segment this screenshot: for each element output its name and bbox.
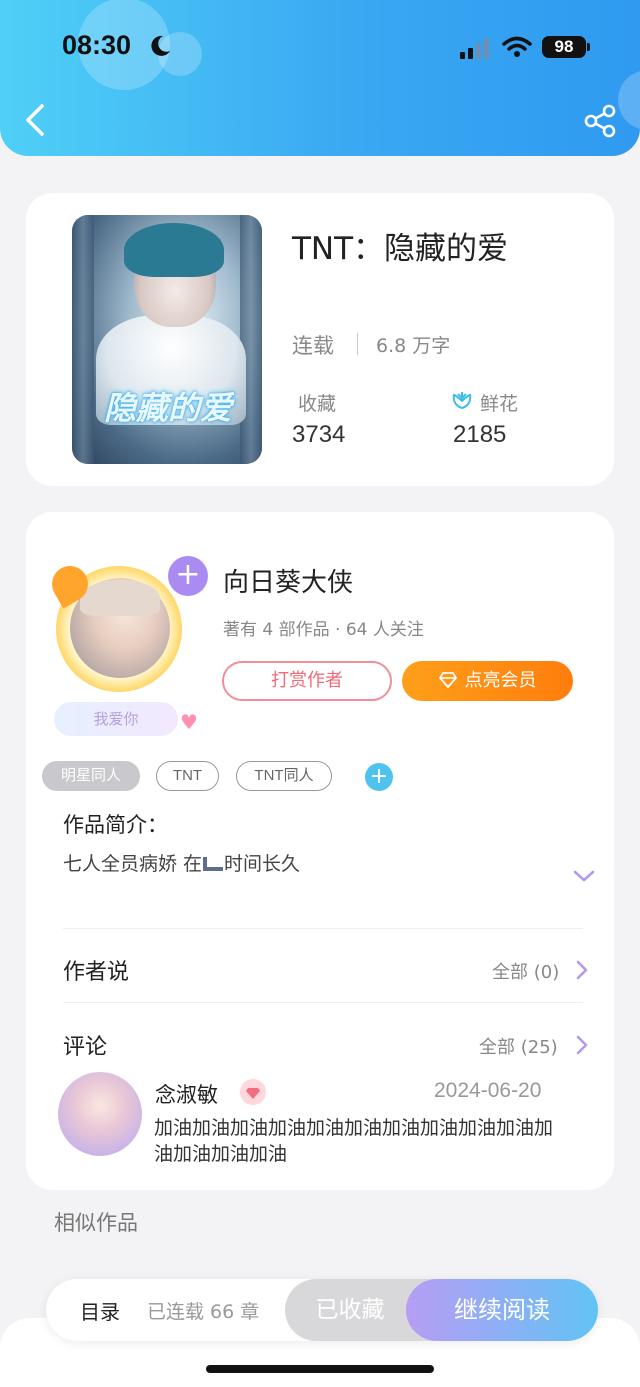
commenter-avatar[interactable] (58, 1072, 142, 1156)
book-title: TNT：隐藏的爱 (292, 231, 509, 267)
author-says-all-link[interactable]: 全部 (0) (492, 958, 559, 984)
avatar-hair (80, 580, 160, 616)
cover-figure-hair (124, 223, 224, 277)
flowers-label: 鲜花 (480, 393, 519, 415)
wifi-icon (502, 36, 532, 57)
author-name[interactable]: 向日葵大侠 (223, 562, 353, 599)
avatar-frame-tag: 我爱你 (54, 702, 178, 736)
tag-celebrity-fanfic[interactable]: 明星同人 (42, 761, 140, 791)
collections-label: 收藏 (298, 393, 337, 415)
comments-all-link[interactable]: 全部 (25) (479, 1033, 558, 1059)
tag-tnt-fanfic[interactable]: TNT同人 (236, 761, 332, 791)
comments-title: 评论 (63, 1035, 108, 1060)
intro-heading: 作品简介： (63, 813, 168, 837)
book-cover[interactable]: 隐藏的爱 (72, 215, 262, 464)
diamond-icon (438, 672, 457, 688)
collections-count: 3734 (292, 421, 346, 448)
flowers-count: 2185 (453, 421, 507, 448)
divider (63, 928, 583, 929)
vip-button-label: 点亮会员 (464, 670, 537, 691)
tip-author-button[interactable]: 打赏作者 (222, 661, 392, 701)
comment-text: 加油加油加油加油加油加油加油加油加油加油加油加油加油加油 (154, 1117, 554, 1165)
continue-reading-button[interactable]: 继续阅读 (406, 1279, 598, 1341)
tag-tnt[interactable]: TNT (156, 761, 219, 791)
heart-icon: ♥ (180, 710, 198, 734)
author-avatar-group[interactable]: + 我爱你 ♥ (45, 556, 212, 736)
chevron-down-icon[interactable] (572, 866, 596, 886)
word-count: 6.8 万字 (376, 335, 451, 357)
share-icon[interactable] (582, 103, 618, 139)
back-arrow-icon[interactable] (20, 100, 50, 140)
vip-badge-icon (240, 1079, 266, 1105)
intro-text-part2: 时间长久 (224, 853, 301, 875)
chevron-right-icon[interactable] (574, 1034, 590, 1056)
cover-title: 隐藏的爱 (103, 389, 232, 427)
similar-works-title: 相似作品 (54, 1211, 138, 1235)
bed-emoji-icon (203, 857, 224, 871)
add-tag-button[interactable]: + (365, 763, 393, 791)
flower-icon (452, 392, 472, 410)
comment-date: 2024-06-20 (434, 1079, 542, 1102)
serial-status: 连载 (292, 334, 334, 358)
divider (63, 1002, 583, 1003)
moon-icon (151, 35, 170, 56)
details-card: + 我爱你 ♥ 向日葵大侠 著有 4 部作品 · 64 人关注 打赏作者 点亮会… (26, 512, 614, 1190)
signal-icon (460, 38, 489, 59)
commenter-name[interactable]: 念淑敏 (155, 1079, 218, 1109)
author-says-title: 作者说 (63, 960, 130, 985)
header-bar: 08:30 98 (0, 0, 640, 156)
collected-button-label: 已收藏 (315, 1297, 385, 1323)
battery-indicator: 98 (542, 36, 586, 58)
intro-text: 七人全员病娇 在时间长久 (63, 849, 300, 876)
status-divider (357, 333, 358, 355)
chapter-count[interactable]: 已连载 66 章 (147, 1297, 259, 1324)
book-info-card: 隐藏的爱 TNT：隐藏的爱 连载 6.8 万字 收藏 3734 鲜花 2185 (26, 193, 614, 486)
follow-plus-button[interactable]: + (168, 556, 208, 596)
table-of-contents-button[interactable]: 目录 (80, 1296, 120, 1325)
author-meta: 著有 4 部作品 · 64 人关注 (223, 620, 424, 640)
header-bubble-decoration (618, 70, 640, 130)
home-indicator[interactable] (206, 1365, 434, 1373)
intro-text-part1: 七人全员病娇 在 (63, 853, 203, 875)
battery-cap (587, 43, 590, 51)
status-time: 08:30 (62, 30, 132, 60)
activate-vip-button[interactable]: 点亮会员 (402, 661, 573, 701)
chevron-right-icon[interactable] (574, 959, 590, 981)
